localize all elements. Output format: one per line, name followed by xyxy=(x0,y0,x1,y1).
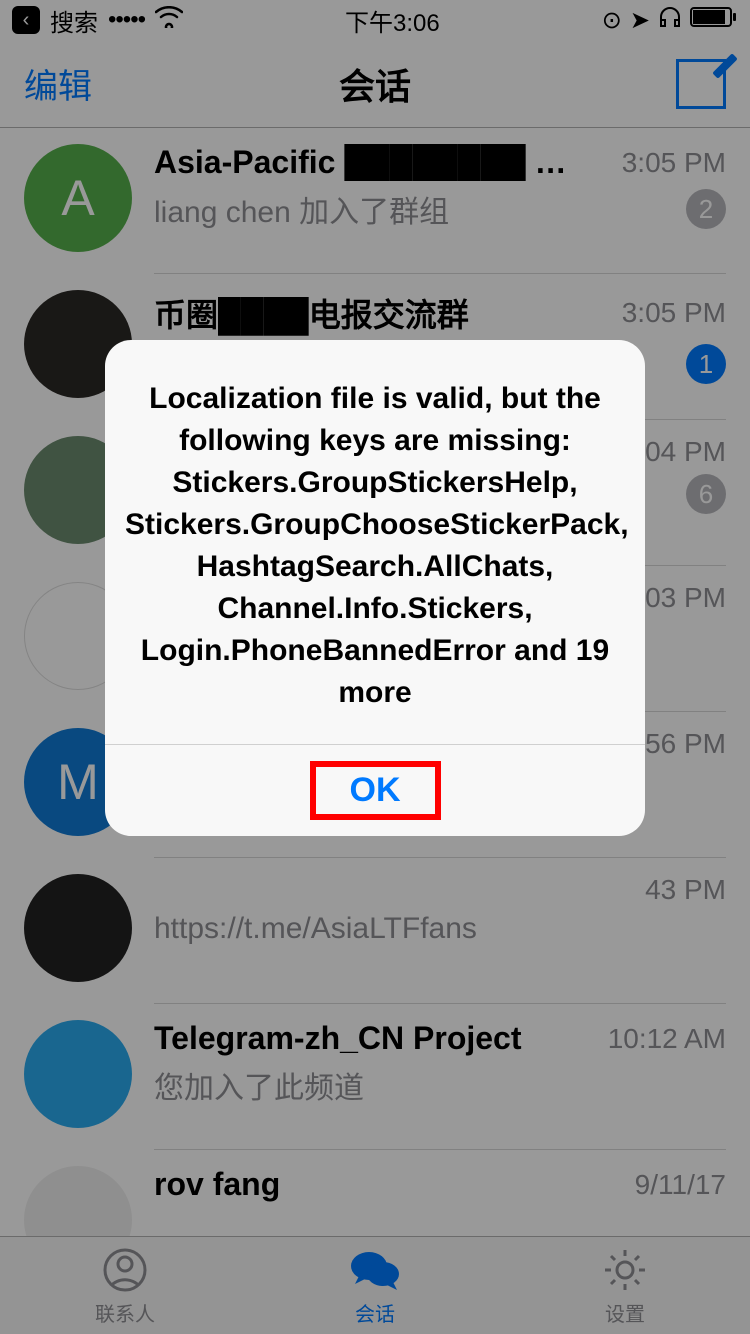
alert-ok-label: OK xyxy=(350,771,401,809)
highlight-annotation: OK xyxy=(310,761,441,820)
alert-message: Localization file is valid, but the foll… xyxy=(105,340,645,744)
alert-ok-button[interactable]: OK xyxy=(105,744,645,836)
alert-dialog: Localization file is valid, but the foll… xyxy=(105,340,645,836)
